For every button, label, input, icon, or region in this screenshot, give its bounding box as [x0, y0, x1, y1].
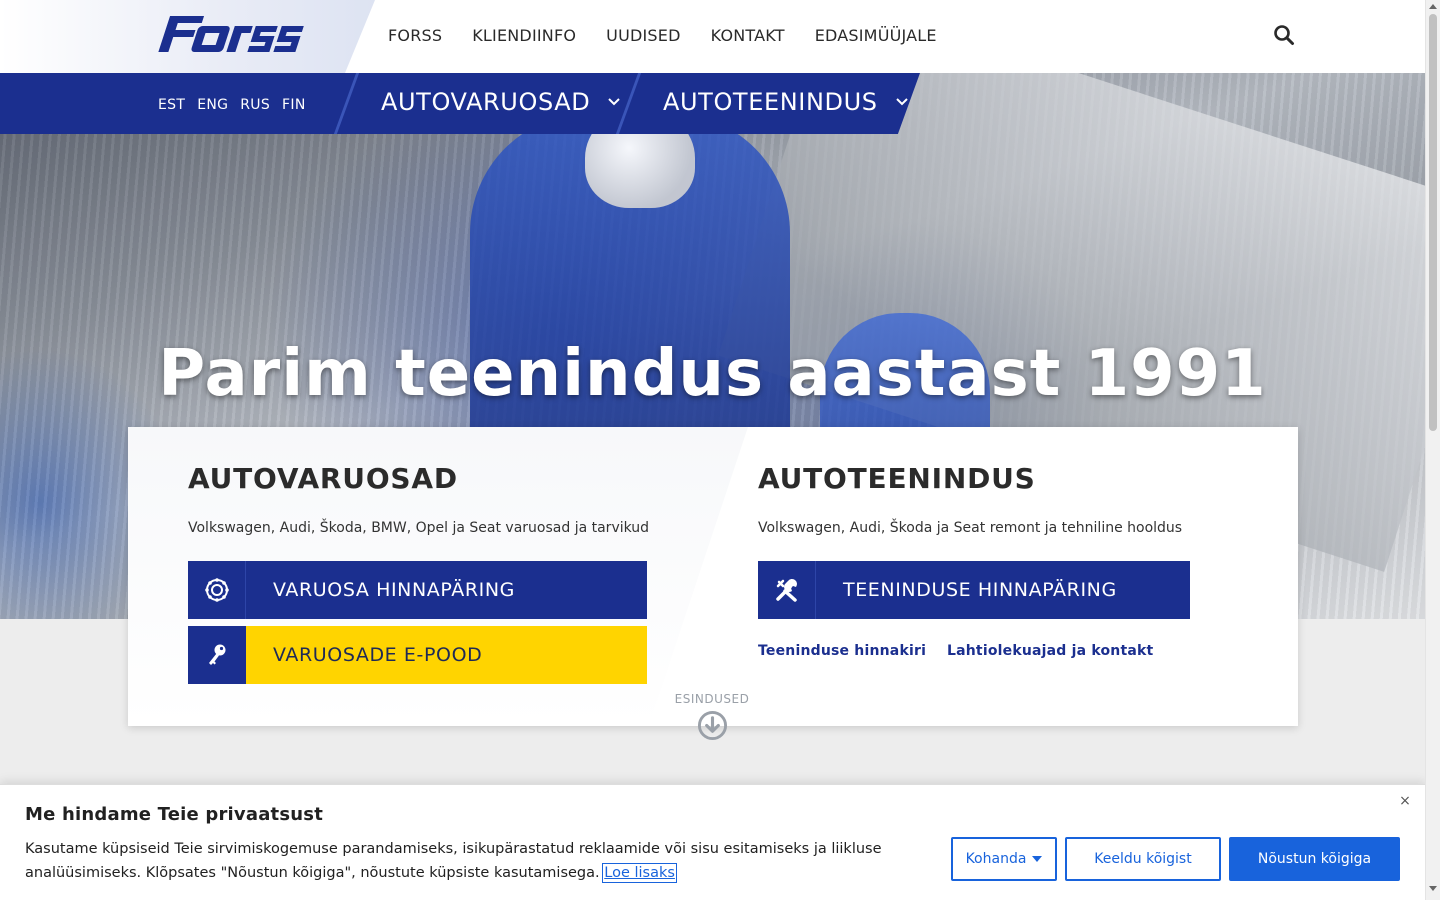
hero-title: Parim teenindus aastast 1991 [158, 337, 1267, 411]
lang-eng[interactable]: ENG [197, 97, 228, 113]
parts-description: Volkswagen, Audi, Škoda, BMW, Opel ja Se… [188, 520, 650, 536]
lang-rus[interactable]: RUS [240, 97, 270, 113]
nav-kontakt[interactable]: KONTAKT [711, 26, 785, 45]
gear-wheel-icon [188, 561, 246, 619]
subnav-autoteenindus[interactable]: AUTOTEENINDUS [663, 88, 908, 116]
cookie-reject-button[interactable]: Keeldu kõigist [1065, 837, 1221, 881]
cookie-accept-button[interactable]: Nõustun kõigiga [1229, 837, 1400, 881]
service-inquiry-label: TEENINDUSE HINNAPÄRING [843, 579, 1117, 601]
scroll-up-icon[interactable] [1429, 4, 1437, 9]
scroll-down-icon[interactable] [1429, 886, 1437, 891]
cookie-title: Me hindame Teie privaatsust [25, 804, 323, 825]
cookie-read-more-link[interactable]: Loe lisaks [602, 863, 677, 883]
parts-title: AUTOVARUOSAD [188, 462, 458, 495]
main-navigation: FORSS KLIENDIINFO UUDISED KONTAKT EDASIM… [388, 26, 937, 45]
parts-inquiry-button[interactable]: VARUOSA HINNAPÄRING [188, 561, 647, 619]
esindused-scroll-hint[interactable]: ESINDUSED [652, 692, 772, 745]
tools-icon [758, 561, 816, 619]
scroll-thumb[interactable] [1429, 14, 1437, 431]
top-header: FORSS KLIENDIINFO UUDISED KONTAKT EDASIM… [0, 0, 1425, 73]
service-description: Volkswagen, Audi, Škoda ja Seat remont j… [758, 520, 1183, 536]
nav-forss[interactable]: FORSS [388, 26, 442, 45]
opening-hours-contact-link[interactable]: Lahtiolekuajad ja kontakt [947, 643, 1153, 659]
service-title: AUTOTEENINDUS [758, 462, 1036, 495]
service-inquiry-button[interactable]: TEENINDUSE HINNAPÄRING [758, 561, 1190, 619]
chevron-down-icon [608, 98, 621, 106]
cookie-text: Kasutame küpsiseid Teie sirvimiskogemuse… [25, 841, 882, 883]
subnav-autovaruosad[interactable]: AUTOVARUOSAD [381, 88, 621, 116]
parts-eshop-label: VARUOSADE E-POOD [246, 626, 647, 684]
page-scrollbar[interactable] [1425, 0, 1440, 900]
cookie-customize-button[interactable]: Kohanda [951, 837, 1057, 881]
arrow-down-circle-icon [697, 710, 727, 741]
lang-est[interactable]: EST [158, 97, 185, 113]
forss-logo[interactable] [152, 10, 304, 58]
close-icon[interactable]: × [1398, 794, 1412, 808]
nav-edasimuujale[interactable]: EDASIMÜÜJALE [815, 26, 937, 45]
esindused-label: ESINDUSED [674, 692, 750, 706]
parts-inquiry-label: VARUOSA HINNAPÄRING [273, 579, 515, 601]
caret-down-icon [1032, 856, 1043, 862]
lang-fin[interactable]: FIN [282, 97, 306, 113]
nav-kliendiinfo[interactable]: KLIENDIINFO [472, 26, 576, 45]
parts-eshop-button[interactable]: VARUOSADE E-POOD [188, 626, 647, 684]
nav-uudised[interactable]: UUDISED [606, 26, 680, 45]
search-icon[interactable] [1273, 24, 1295, 46]
language-switcher: EST ENG RUS FIN [158, 97, 306, 113]
service-pricelist-link[interactable]: Teeninduse hinnakiri [758, 643, 926, 659]
chevron-down-icon [895, 98, 908, 106]
key-icon [188, 626, 246, 684]
